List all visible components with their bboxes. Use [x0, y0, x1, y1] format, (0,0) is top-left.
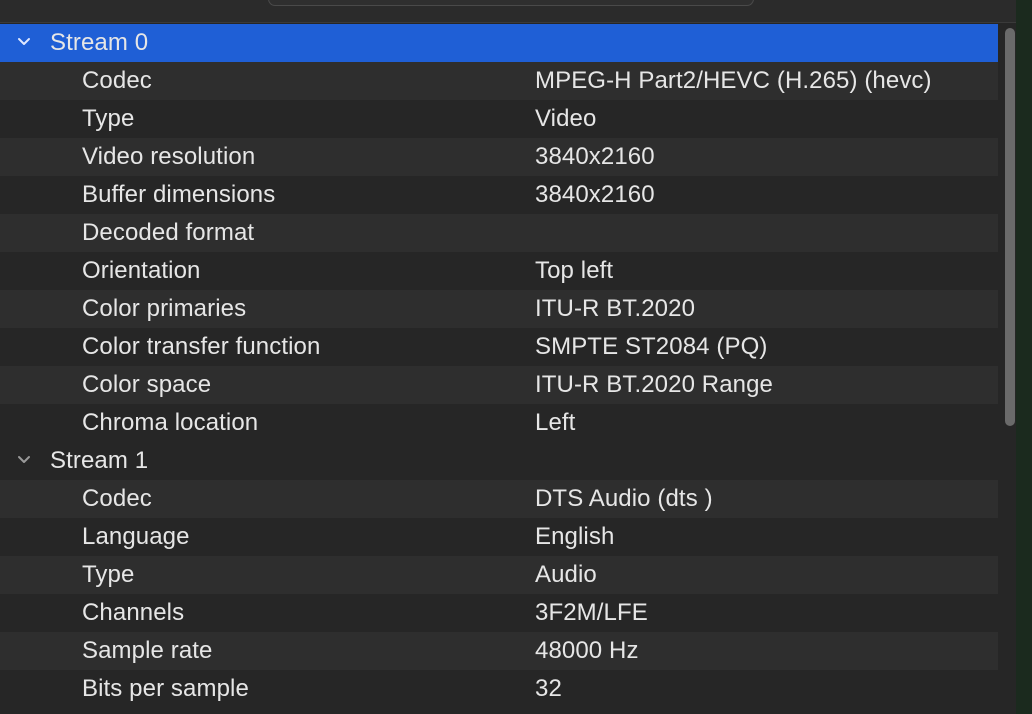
- prop-key: Language: [82, 523, 190, 550]
- prop-row[interactable]: Orientation Top left: [0, 252, 998, 290]
- prop-key: Orientation: [82, 257, 201, 284]
- prop-key: Codec: [82, 67, 152, 94]
- prop-value: ITU-R BT.2020: [535, 295, 696, 322]
- media-info-window: Stream 0 Codec MPEG-H Part2/HEVC (H.265)…: [0, 0, 1032, 714]
- prop-key: Bits per sample: [82, 675, 249, 702]
- prop-row[interactable]: Type Audio: [0, 556, 998, 594]
- prop-key: Channels: [82, 599, 185, 626]
- prop-row[interactable]: Video resolution 3840x2160: [0, 138, 998, 176]
- prop-key: Chroma location: [82, 409, 259, 436]
- prop-row[interactable]: Decoded format: [0, 214, 998, 252]
- prop-value: Left: [535, 409, 576, 436]
- prop-row[interactable]: Sample rate 48000 Hz: [0, 632, 998, 670]
- prop-value: ITU-R BT.2020 Range: [535, 371, 774, 398]
- prop-key: Type: [82, 561, 135, 588]
- prop-row[interactable]: Type Video: [0, 100, 998, 138]
- stream-1-row[interactable]: Stream 1: [0, 442, 998, 480]
- prop-key: Decoded format: [82, 219, 255, 246]
- stream-0-row[interactable]: Stream 0: [0, 24, 998, 62]
- vertical-scrollbar[interactable]: [1003, 28, 1017, 714]
- prop-value: Top left: [535, 257, 614, 284]
- scrollbar-thumb[interactable]: [1005, 28, 1015, 426]
- stream-1-label: Stream 1: [50, 447, 149, 474]
- prop-key: Color primaries: [82, 295, 247, 322]
- prop-key: Buffer dimensions: [82, 181, 276, 208]
- prop-value: English: [535, 523, 615, 550]
- prop-key: Sample rate: [82, 637, 213, 664]
- prop-value: 3840x2160: [535, 181, 655, 208]
- prop-value: 48000 Hz: [535, 637, 639, 664]
- prop-value: Video: [535, 105, 597, 132]
- top-toolbar-strip: [0, 0, 1032, 23]
- stream-0-label: Stream 0: [50, 29, 149, 56]
- prop-row[interactable]: Bits per sample 32: [0, 670, 998, 708]
- prop-key: Codec: [82, 485, 152, 512]
- prop-key: Color space: [82, 371, 212, 398]
- codec-info-tree: Stream 0 Codec MPEG-H Part2/HEVC (H.265)…: [0, 24, 998, 714]
- prop-key: Video resolution: [82, 143, 256, 170]
- prop-row[interactable]: Color transfer function SMPTE ST2084 (PQ…: [0, 328, 998, 366]
- prop-value: MPEG-H Part2/HEVC (H.265) (hevc): [535, 67, 932, 94]
- prop-value: 3F2M/LFE: [535, 599, 648, 626]
- prop-row[interactable]: Color primaries ITU-R BT.2020: [0, 290, 998, 328]
- prop-key: Color transfer function: [82, 333, 321, 360]
- toolbar-control[interactable]: [268, 0, 754, 6]
- window-edge: [1016, 0, 1032, 714]
- chevron-down-icon[interactable]: [15, 451, 33, 469]
- prop-row[interactable]: Channels 3F2M/LFE: [0, 594, 998, 632]
- prop-row[interactable]: Codec DTS Audio (dts ): [0, 480, 998, 518]
- prop-row[interactable]: Chroma location Left: [0, 404, 998, 442]
- prop-value: Audio: [535, 561, 597, 588]
- prop-value: SMPTE ST2084 (PQ): [535, 333, 768, 360]
- prop-key: Type: [82, 105, 135, 132]
- prop-row[interactable]: Language English: [0, 518, 998, 556]
- prop-row[interactable]: Codec MPEG-H Part2/HEVC (H.265) (hevc): [0, 62, 998, 100]
- prop-row[interactable]: Buffer dimensions 3840x2160: [0, 176, 998, 214]
- prop-row[interactable]: Color space ITU-R BT.2020 Range: [0, 366, 998, 404]
- prop-value: 3840x2160: [535, 143, 655, 170]
- prop-value: 32: [535, 675, 562, 702]
- prop-value: DTS Audio (dts ): [535, 485, 713, 512]
- chevron-down-icon[interactable]: [15, 33, 33, 51]
